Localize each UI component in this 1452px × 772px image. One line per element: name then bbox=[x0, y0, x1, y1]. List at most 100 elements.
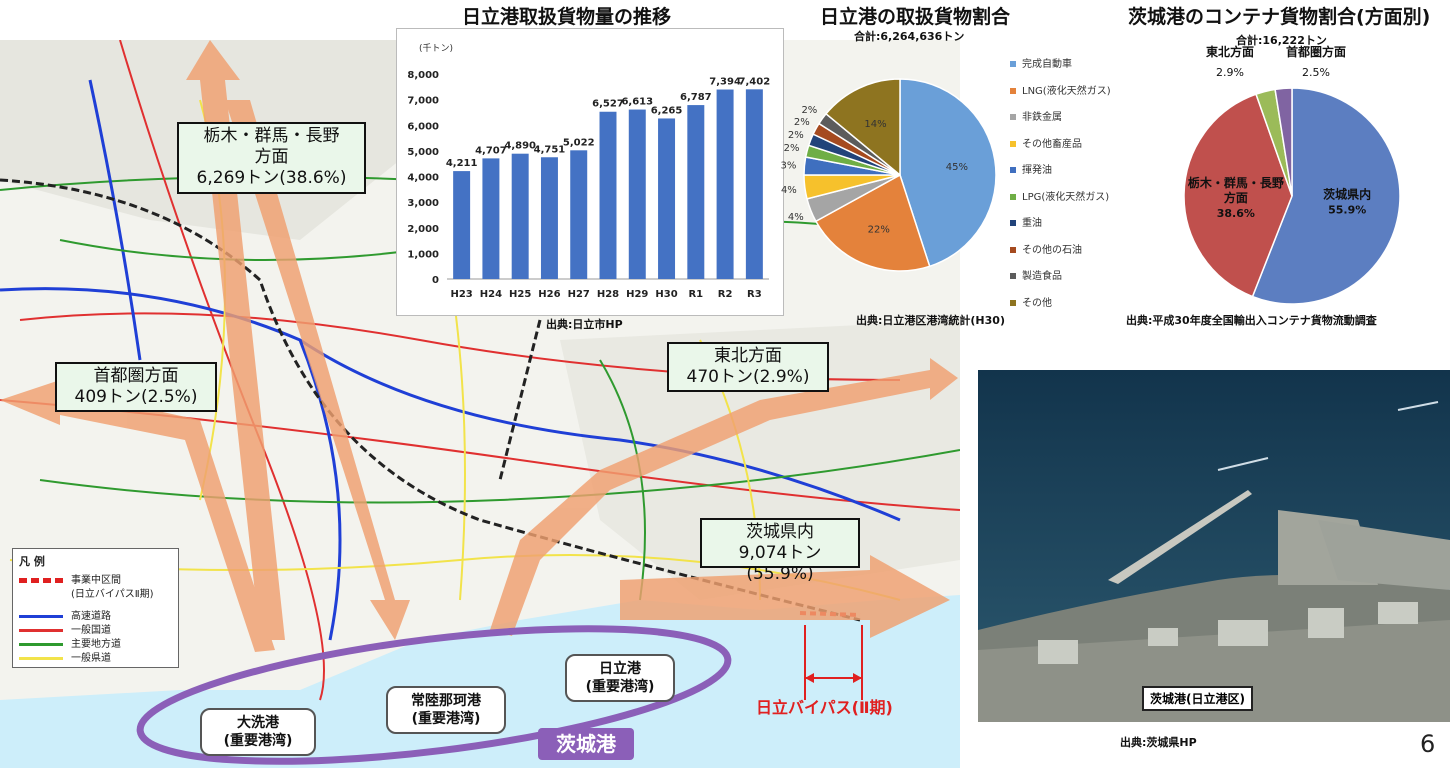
bar-H25 bbox=[511, 153, 529, 279]
direction-tochigi-name-line1: 栃木・群馬・長野 bbox=[203, 126, 340, 146]
bar-y-tick-label: 4,000 bbox=[407, 173, 439, 184]
direction-shutoken-value: 409トン(2.5%) bbox=[74, 387, 198, 407]
port-hitachi-name: 日立港 bbox=[599, 661, 641, 677]
bypass-label: 日立バイパス(Ⅱ期) bbox=[756, 698, 893, 717]
bar-y-tick-label: 3,000 bbox=[407, 198, 439, 209]
page-number: 6 bbox=[1420, 730, 1436, 758]
pie1-slice-label: 2% bbox=[794, 117, 810, 128]
photo-source: 出典:茨城県HP bbox=[1120, 736, 1197, 749]
pie1-slice-label: 3% bbox=[781, 160, 797, 171]
pie1-slice-label: 4% bbox=[781, 185, 797, 196]
pie1-legend-item: 重油 bbox=[1010, 214, 1042, 229]
pie2-slice-value: 38.6% bbox=[1217, 207, 1255, 220]
pie1-legend-label: 製造食品 bbox=[1022, 271, 1062, 282]
port-hitachi: 日立港 (重要港湾) bbox=[565, 654, 675, 702]
bar-value-label: 6,787 bbox=[680, 92, 712, 103]
bar-H30 bbox=[658, 118, 676, 279]
pie2-chart: 茨城県内 55.9% 栃木・群馬・長野方面 38.6% 東北方面 2.9% 首都圏方面 2.5… bbox=[1183, 44, 1401, 305]
pie2-slice-value: 2.9% bbox=[1216, 66, 1244, 79]
bar-y-tick-label: 7,000 bbox=[407, 96, 439, 107]
legend-item-national-road: 一般国道 bbox=[19, 621, 111, 636]
aerial-photo-image bbox=[978, 370, 1450, 722]
direction-tochigi-name-line2: 方面 bbox=[254, 147, 289, 167]
bar-H26 bbox=[540, 157, 558, 279]
pie1-legend-item: 完成自動車 bbox=[1010, 55, 1072, 70]
pie1-legend-item: その他 bbox=[1010, 294, 1052, 309]
bar-value-label: 7,394 bbox=[709, 77, 741, 88]
aerial-photo: 茨城港(日立港区) bbox=[978, 370, 1450, 722]
pie2-title: 茨城港のコンテナ貨物割合(方面別) bbox=[1128, 6, 1431, 28]
port-hitachinaka-type: (重要港湾) bbox=[411, 711, 481, 727]
bar-value-label: 7,402 bbox=[739, 76, 771, 87]
pie1-slice-label: 2% bbox=[788, 130, 804, 141]
port-oarai-type: (重要港湾) bbox=[223, 733, 293, 749]
pie1-legend-swatch bbox=[1010, 193, 1016, 200]
pie2-slice-name: 方面 bbox=[1224, 190, 1248, 205]
pie1-slice-label: 4% bbox=[788, 212, 804, 223]
pie2-slice-value: 2.5% bbox=[1302, 66, 1330, 79]
map-legend: 凡 例 事業中区間 (日立バイパスⅡ期) 高速道路 一般国道 主要地方道 一般県… bbox=[12, 548, 179, 668]
pie1-legend-item: 製造食品 bbox=[1010, 267, 1062, 282]
port-oarai: 大洗港 (重要港湾) bbox=[200, 708, 316, 756]
pie2-slice-value: 55.9% bbox=[1328, 203, 1366, 216]
bar-H24 bbox=[482, 158, 500, 279]
bar-category-label: H26 bbox=[538, 289, 560, 300]
bar-y-tick-label: 8,000 bbox=[407, 70, 439, 81]
pie1-legend-label: 非鉄金属 bbox=[1022, 112, 1062, 123]
port-oarai-name: 大洗港 bbox=[237, 715, 279, 731]
pie2-slice-name: 栃木・群馬・長野 bbox=[1188, 175, 1284, 190]
port-hitachinaka-name: 常陸那珂港 bbox=[411, 693, 481, 709]
bar-category-label: H25 bbox=[509, 289, 531, 300]
bar-y-tick-label: 6,000 bbox=[407, 121, 439, 132]
legend-title: 凡 例 bbox=[19, 555, 45, 568]
pie1-legend-swatch bbox=[1010, 246, 1016, 253]
pie1-legend-item: その他の石油 bbox=[1010, 241, 1082, 256]
direction-ibaraki-name: 茨城県内 bbox=[746, 522, 814, 542]
pie1-legend-label: 揮発油 bbox=[1022, 165, 1052, 176]
pie1-legend-swatch bbox=[1010, 167, 1016, 173]
legend-swatch-main-local-road bbox=[19, 642, 63, 646]
bar-chart-panel: (千トン) 0 1,000 2,000 3,000 4,000 5,000 6,000 7,00… bbox=[396, 28, 784, 316]
legend-sub-bypass: (日立バイパスⅡ期) bbox=[71, 589, 154, 600]
pie1-legend-label: 重油 bbox=[1022, 218, 1042, 229]
port-hitachi-type: (重要港湾) bbox=[585, 679, 655, 695]
legend-item-prefectural-road: 一般県道 bbox=[19, 649, 111, 664]
pie1-title: 日立港の取扱貨物割合 bbox=[820, 6, 1011, 28]
port-hitachinaka: 常陸那珂港 (重要港湾) bbox=[386, 686, 506, 734]
pie1-legend-swatch bbox=[1010, 61, 1016, 67]
direction-tohoku-value: 470トン(2.9%) bbox=[686, 367, 810, 387]
legend-label-prefectural-road: 一般県道 bbox=[71, 653, 111, 664]
pie1-chart: 45%22%4%4%3%2%2%2%2%14% bbox=[781, 78, 997, 272]
pie1-legend-item: 揮発油 bbox=[1010, 161, 1052, 176]
pie1-slice-label: 22% bbox=[868, 225, 890, 236]
pie2-slice-name: 茨城県内 bbox=[1323, 186, 1371, 201]
bar-value-label: 6,613 bbox=[621, 97, 653, 108]
bar-value-label: 6,265 bbox=[651, 105, 683, 116]
bar-value-label: 6,527 bbox=[592, 99, 624, 110]
bar-H27 bbox=[570, 150, 588, 279]
direction-tochigi-value: 6,269トン(38.6%) bbox=[196, 168, 347, 188]
pie2-source: 出典:平成30年度全国輸出入コンテナ貨物流動調査 bbox=[1126, 314, 1377, 327]
bar-y-unit-label: (千トン) bbox=[419, 43, 453, 54]
pie1-total: 合計:6,264,636トン bbox=[854, 30, 965, 43]
bar-y-tick-label: 0 bbox=[432, 275, 439, 286]
bar-value-label: 5,022 bbox=[563, 137, 595, 148]
pie1-legend-label: LPG(液化天然ガス) bbox=[1022, 191, 1110, 203]
bar-H28 bbox=[599, 111, 617, 279]
legend-swatch-national-road bbox=[19, 628, 63, 632]
direction-tochigi-box: 栃木・群馬・長野 方面 6,269トン(38.6%) bbox=[177, 122, 366, 194]
direction-shutoken-name: 首都圏方面 bbox=[93, 366, 179, 386]
bar-R3 bbox=[745, 89, 763, 279]
pie1-legend-item: その他畜産品 bbox=[1010, 135, 1082, 150]
ibaraki-port-label: 茨城港 bbox=[538, 728, 634, 760]
pie1-legend-label: その他の石油 bbox=[1022, 244, 1082, 256]
bar-chart-source: 出典:日立市HP bbox=[546, 318, 623, 331]
pie1-legend-item: 非鉄金属 bbox=[1010, 108, 1062, 123]
bar-y-tick-label: 2,000 bbox=[407, 224, 439, 235]
bar-value-label: 4,707 bbox=[475, 145, 507, 156]
pie1-slice-label: 2% bbox=[801, 105, 817, 116]
pie1-legend-label: その他 bbox=[1022, 297, 1052, 309]
bar-y-tick-label: 1,000 bbox=[407, 249, 439, 260]
pie2-slice-name: 東北方面 bbox=[1206, 44, 1254, 59]
bar-H23 bbox=[453, 171, 471, 279]
